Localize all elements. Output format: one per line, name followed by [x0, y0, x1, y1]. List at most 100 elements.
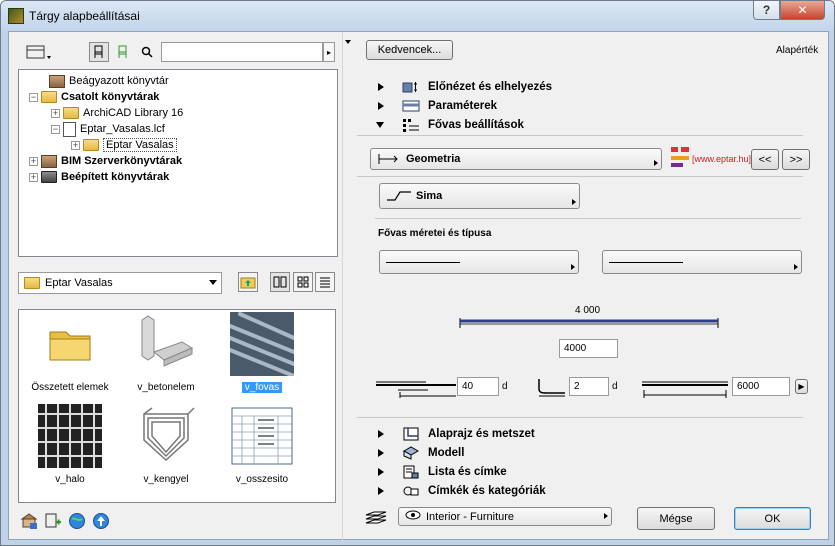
expand-arrow-icon[interactable] — [378, 448, 384, 457]
section-model[interactable]: Modell — [357, 443, 807, 462]
search-icon[interactable] — [137, 42, 157, 62]
thumbnail-label: v_betonelem — [137, 382, 195, 393]
collapse-icon[interactable]: − — [51, 124, 60, 134]
divider — [375, 218, 801, 219]
section-main-rebar-settings[interactable]: Fővas beállítások — [357, 115, 807, 134]
tree-item-builtin[interactable]: + Beépített könyvtárak — [29, 169, 169, 185]
bar-type-popup[interactable] — [602, 250, 802, 274]
next-page-button[interactable]: >> — [782, 149, 810, 170]
expand-arrow-icon[interactable] — [378, 486, 384, 495]
stirrup-thumbnail-icon — [134, 404, 198, 468]
cancel-button[interactable]: Mégse — [637, 507, 715, 530]
folder-thumbnail-icon — [38, 312, 102, 376]
schedule-thumbnail-icon — [230, 404, 294, 468]
search-go-button[interactable]: ▸ — [323, 42, 335, 62]
line-sample-icon — [609, 261, 683, 263]
expand-arrow-icon[interactable] — [378, 82, 384, 91]
collapse-arrow-icon[interactable] — [376, 121, 384, 128]
library-tree[interactable]: Beágyazott könyvtár − Csatolt könyvtárak… — [18, 69, 338, 257]
bar-size-popup[interactable] — [379, 250, 579, 274]
web-upload-icon[interactable] — [91, 511, 111, 531]
section-list-label[interactable]: Lista és címke — [357, 462, 807, 481]
line-sample-icon — [386, 261, 460, 263]
expand-arrow-icon[interactable] — [378, 101, 384, 110]
floor-plan-section-icon — [402, 427, 420, 441]
library-manager-icon[interactable] — [19, 511, 39, 531]
bar-length-input[interactable]: 6000 — [732, 377, 790, 396]
tree-item-lcf[interactable]: − Eptar_Vasalas.lcf — [51, 121, 165, 137]
section-label: Előnézet és elhelyezés — [428, 80, 553, 93]
divider — [357, 176, 803, 177]
section-label: Fővas beállítások — [428, 118, 524, 131]
small-icons-view-icon[interactable] — [293, 272, 313, 292]
splitter-arrow-icon[interactable] — [345, 40, 351, 44]
more-options-button[interactable]: ▶ — [795, 379, 808, 394]
shape-popup[interactable]: Sima — [379, 183, 580, 209]
section-parameters[interactable]: Paraméterek — [357, 96, 807, 115]
previous-page-button[interactable]: << — [751, 149, 779, 170]
concrete-element-thumbnail-icon — [134, 312, 198, 376]
builtin-folder-icon — [41, 171, 57, 183]
object-thumbnails[interactable]: Összetett elemek v_betonelem v_fovas v_h… — [18, 309, 336, 503]
view-mode-icon[interactable] — [25, 42, 53, 62]
tree-item-archicad-library[interactable]: + ArchiCAD Library 16 — [51, 105, 183, 121]
popup-arrow-icon — [794, 264, 798, 270]
expand-icon[interactable]: + — [29, 172, 38, 182]
popup-arrow-icon — [654, 160, 658, 166]
tree-item-eptar-vasalas[interactable]: + Eptar Vasalas — [71, 137, 177, 153]
rebar-thumbnail-icon — [228, 312, 296, 378]
layer-popup[interactable]: Interior - Furniture — [398, 507, 612, 526]
help-button[interactable]: ? — [753, 1, 780, 20]
folder-up-icon[interactable] — [238, 272, 258, 292]
thumbnail-v-osszesito[interactable]: v_osszesito — [214, 404, 310, 485]
favorites-button[interactable]: Kedvencek... — [366, 40, 453, 60]
tree-item-linked[interactable]: − Csatolt könyvtárak — [29, 89, 159, 105]
folder-select[interactable]: Eptar Vasalas — [18, 272, 222, 294]
pane-splitter[interactable] — [342, 32, 343, 541]
expand-arrow-icon[interactable] — [378, 429, 384, 438]
section-label: Modell — [428, 446, 465, 459]
tags-categories-icon — [402, 484, 420, 498]
thumbnail-v-betonelem[interactable]: v_betonelem — [118, 312, 214, 393]
length-input[interactable]: 4000 — [559, 339, 618, 358]
unit-label: d — [502, 381, 508, 392]
search-input[interactable] — [161, 42, 323, 62]
large-icons-view-icon[interactable] — [270, 272, 290, 292]
object-filter-icon[interactable] — [89, 42, 109, 62]
chair-filter-icon[interactable] — [113, 42, 133, 62]
list-view-icon[interactable] — [315, 272, 335, 292]
expand-arrow-icon[interactable] — [378, 467, 384, 476]
section-floor-plan[interactable]: Alaprajz és metszet — [357, 424, 807, 443]
parameters-icon — [402, 99, 420, 113]
globe-icon[interactable] — [67, 511, 87, 531]
thumbnail-v-fovas[interactable]: v_fovas — [214, 312, 310, 393]
tree-item-embedded[interactable]: Beágyazott könyvtár — [49, 73, 169, 89]
title-bar[interactable]: Tárgy alapbeállításai ? ✕ — [1, 1, 834, 31]
geometry-popup[interactable]: Geometria — [370, 148, 662, 170]
divider — [357, 417, 803, 418]
tree-item-label: Beépített könyvtárak — [61, 171, 170, 183]
collapse-icon[interactable]: − — [29, 92, 38, 102]
hook-value-input[interactable]: 2 — [569, 377, 609, 396]
expand-icon[interactable]: + — [51, 108, 60, 118]
tree-item-bim-server[interactable]: + BIM Szerverkönyvtárak — [29, 153, 182, 169]
tree-item-label: Eptar Vasalas — [103, 138, 177, 152]
expand-icon[interactable]: + — [71, 140, 80, 150]
dialog-window: Tárgy alapbeállításai ? ✕ ▸ Beágyazott k… — [0, 0, 835, 546]
thumbnail-label: v_halo — [55, 474, 85, 485]
straight-bar-shape-icon — [386, 188, 412, 205]
section-tags-categories[interactable]: Címkék és kategóriák — [357, 481, 807, 500]
add-library-icon[interactable] — [43, 511, 63, 531]
close-button[interactable]: ✕ — [780, 1, 825, 20]
ok-button[interactable]: OK — [734, 507, 811, 530]
folder-icon — [24, 277, 40, 289]
geometry-label: Geometria — [406, 153, 461, 165]
thumbnail-v-kengyel[interactable]: v_kengyel — [118, 404, 214, 485]
expand-icon[interactable]: + — [29, 156, 38, 166]
thumbnail-v-halo[interactable]: v_halo — [22, 404, 118, 485]
anchor-length-input[interactable]: 40 — [457, 377, 499, 396]
section-preview[interactable]: Előnézet és elhelyezés — [357, 77, 807, 96]
thumbnail-osszetett-elemek[interactable]: Összetett elemek — [22, 312, 118, 393]
list-label-icon — [402, 465, 420, 479]
folder-icon — [63, 107, 79, 119]
